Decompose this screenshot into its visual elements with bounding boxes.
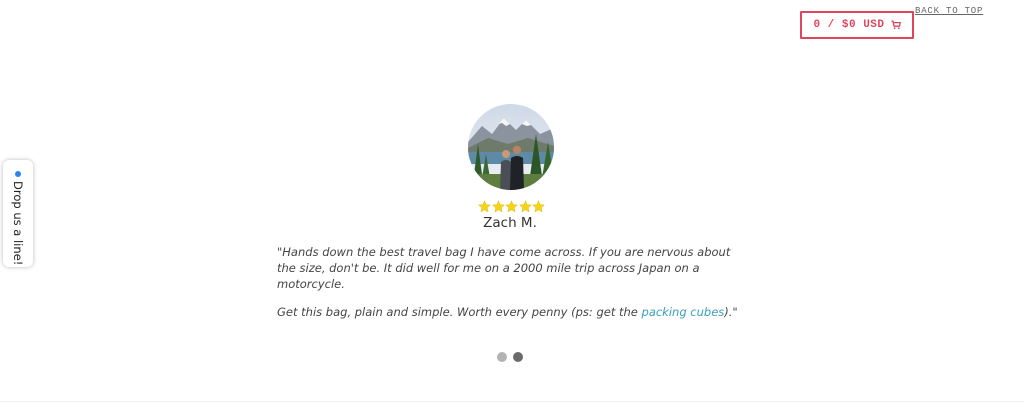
packing-cubes-link[interactable]: packing cubes — [642, 305, 725, 319]
quote-text-before-link: Get this bag, plain and simple. Worth ev… — [277, 305, 642, 319]
divider — [0, 401, 1024, 402]
carousel-dot-2[interactable] — [513, 352, 523, 362]
online-status-dot — [15, 171, 21, 177]
reviewer-avatar — [468, 104, 554, 190]
carousel-dot-1[interactable] — [497, 352, 507, 362]
quote-paragraph-1: "Hands down the best travel bag I have c… — [277, 245, 731, 291]
shopping-cart-icon — [891, 20, 901, 30]
star-icon — [505, 200, 518, 213]
feedback-tab[interactable]: Drop us a line! — [3, 160, 33, 267]
reviewer-name: Zach M. — [483, 215, 537, 231]
feedback-tab-label: Drop us a line! — [11, 181, 25, 266]
cart-button[interactable]: 0 / $0 USD — [800, 11, 914, 39]
quote-text-after-link: )." — [724, 305, 738, 319]
quote-paragraph-2: Get this bag, plain and simple. Worth ev… — [277, 304, 747, 320]
star-icon — [478, 200, 491, 213]
cart-label: 0 / $0 USD — [813, 19, 885, 31]
star-icon — [518, 200, 532, 213]
back-to-top-link[interactable]: BACK TO TOP — [915, 6, 983, 16]
star-rating — [478, 200, 546, 216]
testimonial-quote: "Hands down the best travel bag I have c… — [277, 244, 747, 320]
carousel-dots — [497, 352, 523, 362]
star-icon — [491, 200, 505, 213]
star-icon — [532, 200, 545, 213]
